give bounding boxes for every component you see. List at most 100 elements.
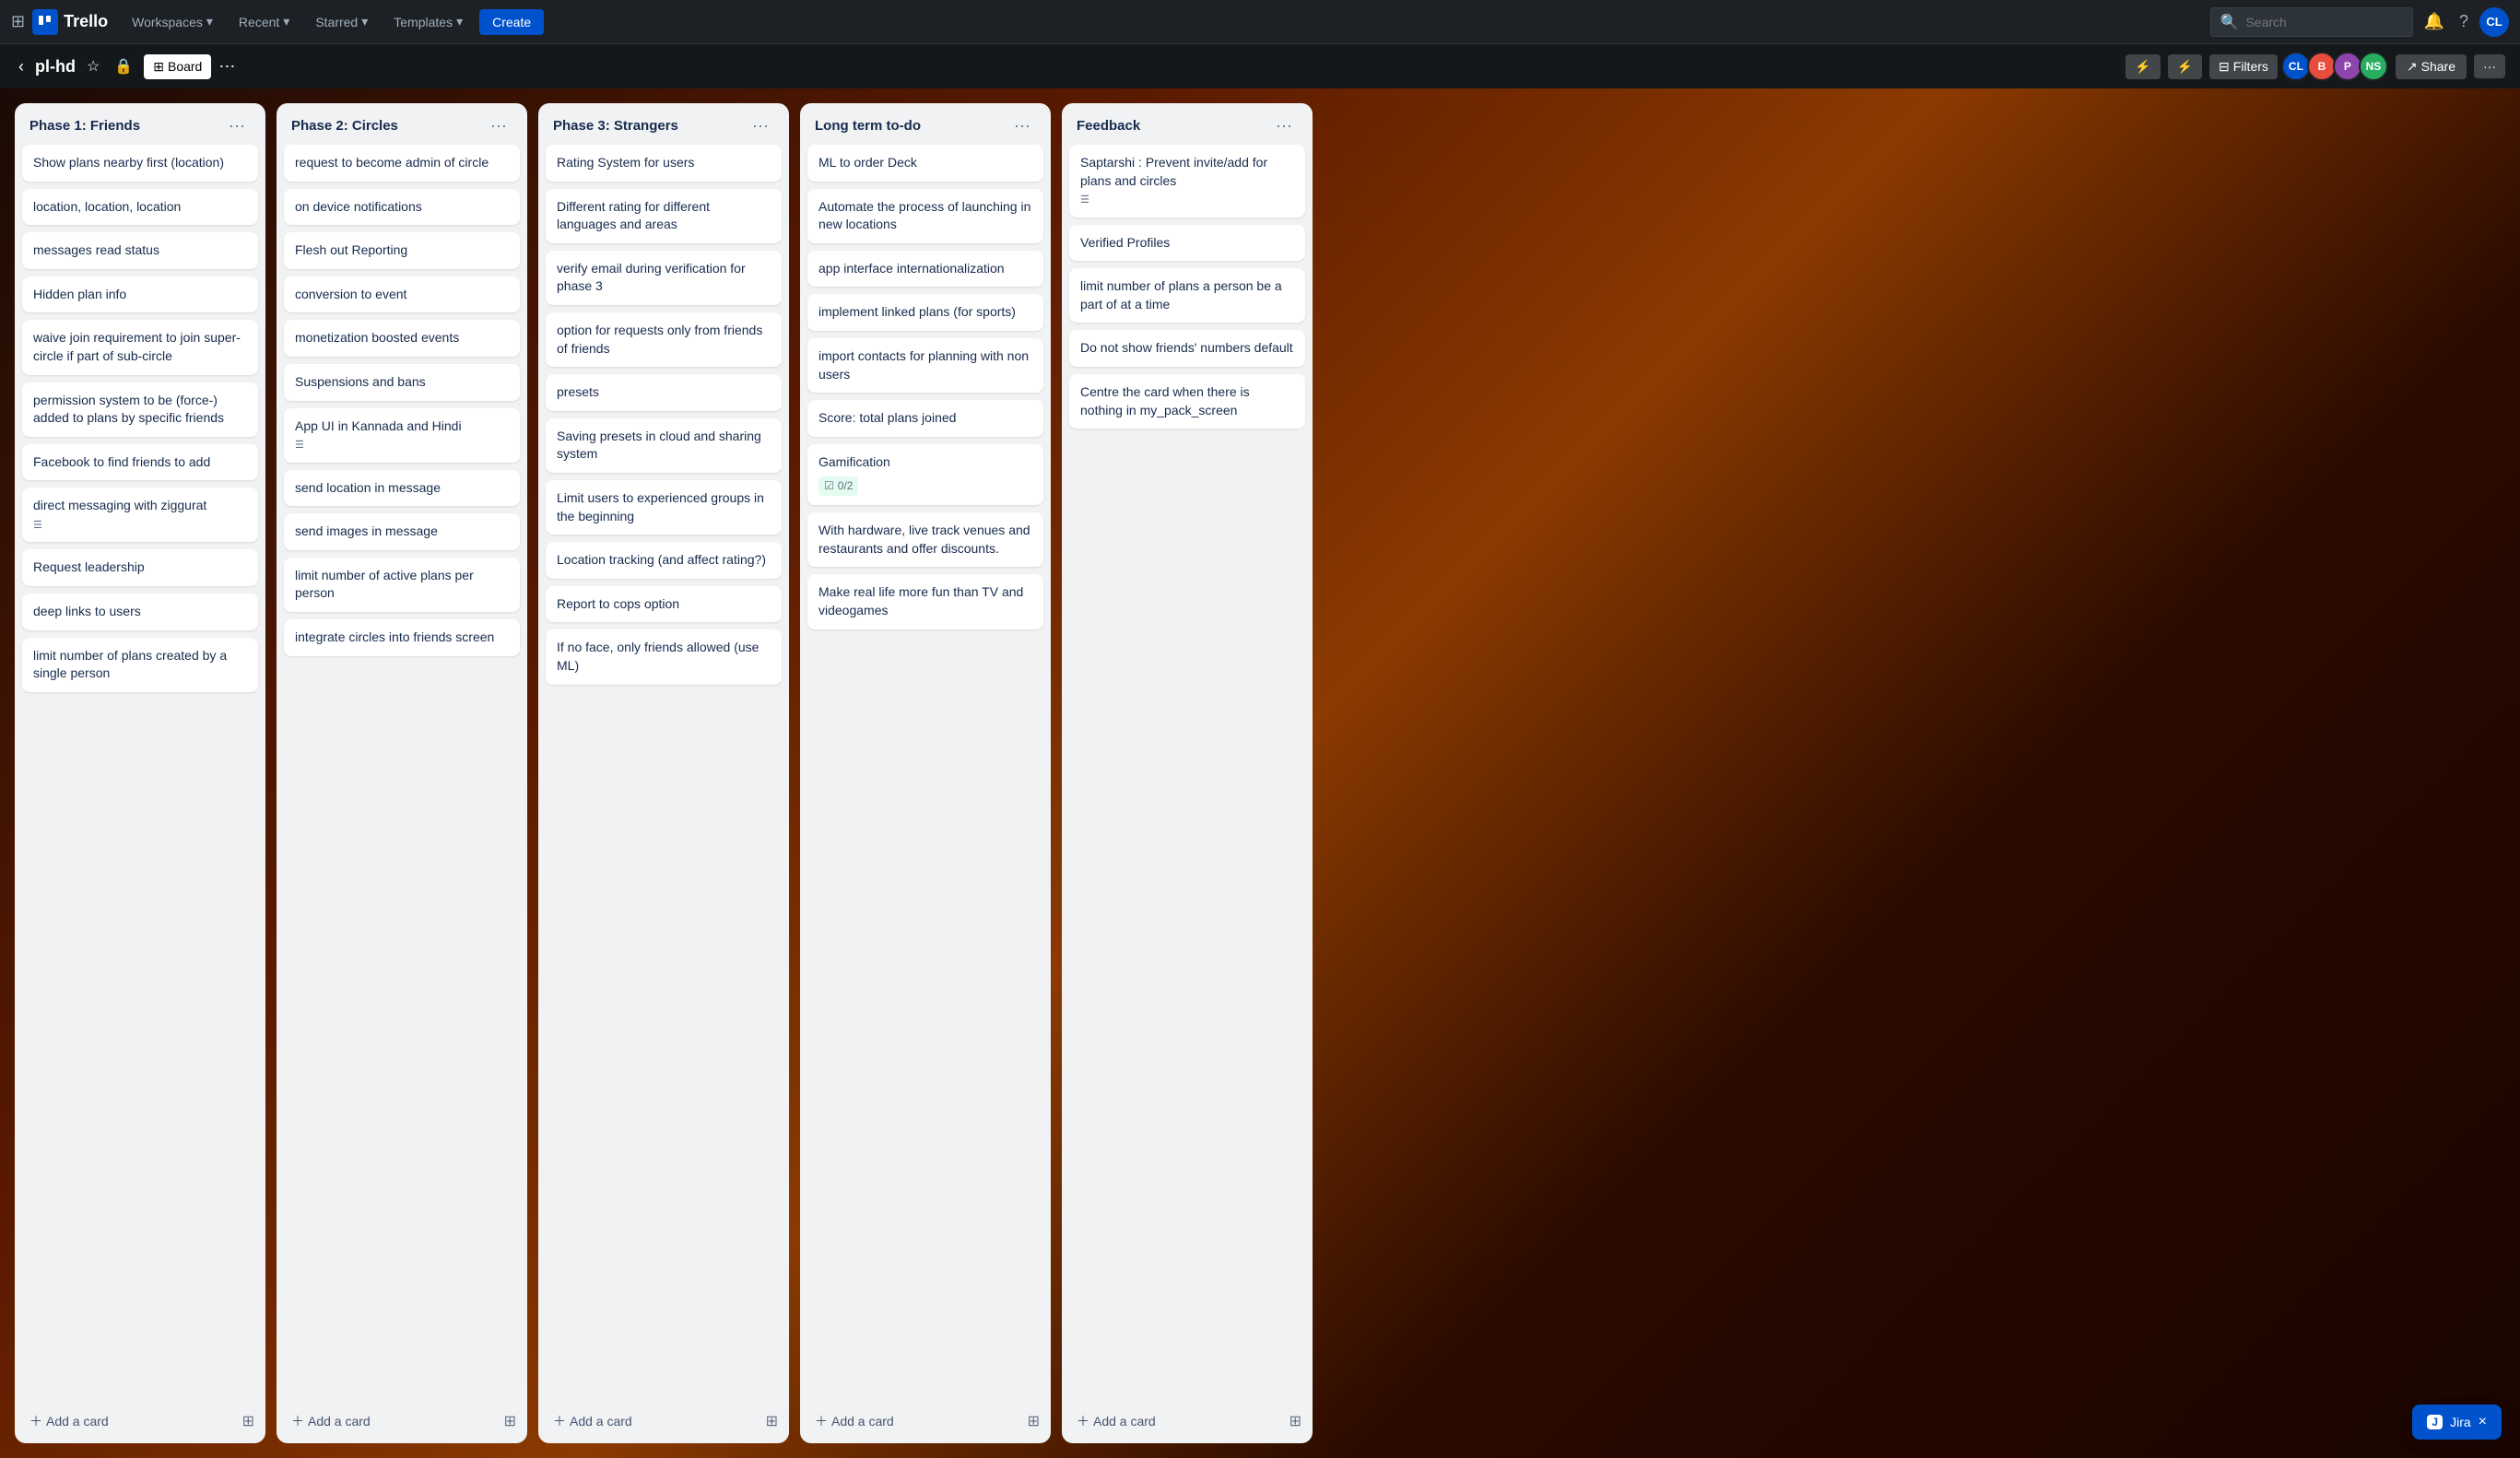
card[interactable]: Flesh out Reporting [284,232,520,269]
recent-button[interactable]: Recent ▾ [230,8,299,35]
card[interactable]: Show plans nearby first (location) [22,145,258,182]
add-card-button-phase2[interactable]: ＋Add a card [284,1406,378,1436]
card-desc-icon: ☰ [1080,194,1294,207]
more-options-button[interactable]: ··· [2474,54,2505,78]
card[interactable]: request to become admin of circle [284,145,520,182]
list-longterm: Long term to-do···ML to order DeckAutoma… [800,103,1051,1443]
add-card-button-feedback[interactable]: ＋Add a card [1069,1406,1163,1436]
list-create-button-phase1[interactable]: ⊞ [239,1408,258,1434]
share-button[interactable]: ↗ Share [2396,54,2467,79]
card[interactable]: App UI in Kannada and Hindi☰ [284,408,520,463]
card[interactable]: limit number of plans a person be a part… [1069,268,1305,323]
list-menu-button-phase1[interactable]: ··· [223,114,251,137]
card[interactable]: implement linked plans (for sports) [807,294,1043,331]
card[interactable]: verify email during verification for pha… [546,251,782,305]
list-create-button-feedback[interactable]: ⊞ [1286,1408,1305,1434]
card[interactable]: Hidden plan info [22,276,258,313]
help-button[interactable]: ? [2455,8,2472,35]
grid-icon[interactable]: ⊞ [11,12,25,31]
card[interactable]: integrate circles into friends screen [284,619,520,656]
card[interactable]: option for requests only from friends of… [546,312,782,367]
card[interactable]: Location tracking (and affect rating?) [546,542,782,579]
add-card-button-longterm[interactable]: ＋Add a card [807,1406,901,1436]
card[interactable]: permission system to be (force-) added t… [22,382,258,437]
customize-button[interactable]: ⋯ [218,57,235,76]
board-view-button[interactable]: ⊞ Board [144,54,211,79]
card[interactable]: Score: total plans joined [807,400,1043,437]
jira-badge[interactable]: J Jira × [2412,1405,2502,1440]
member-avatars: CL B P NS [2285,52,2388,81]
card[interactable]: direct messaging with ziggurat ☰ [22,488,258,542]
search-box[interactable]: 🔍 [2210,7,2413,37]
templates-button[interactable]: Templates ▾ [384,8,472,35]
card[interactable]: ML to order Deck [807,145,1043,182]
card[interactable]: Rating System for users [546,145,782,182]
card[interactable]: Automate the process of launching in new… [807,189,1043,243]
card-text: Facebook to find friends to add [33,454,210,469]
card-text: conversion to event [295,287,406,301]
card-text: Gamification [818,454,890,469]
card-desc-icon: ☰ [33,519,247,533]
card[interactable]: app interface internationalization [807,251,1043,288]
card-text: deep links to users [33,604,141,618]
list-menu-button-feedback[interactable]: ··· [1270,114,1298,137]
workspaces-button[interactable]: Workspaces ▾ [123,8,222,35]
user-avatar[interactable]: CL [2479,7,2509,37]
list-create-button-phase2[interactable]: ⊞ [500,1408,520,1434]
card[interactable]: Different rating for different languages… [546,189,782,243]
card[interactable]: waive join requirement to join super-cir… [22,320,258,374]
card[interactable]: location, location, location [22,189,258,226]
list-menu-button-phase2[interactable]: ··· [485,114,512,137]
trello-logo[interactable]: Trello [32,9,108,35]
search-input[interactable] [2245,15,2393,29]
card[interactable]: monetization boosted events [284,320,520,357]
card[interactable]: messages read status [22,232,258,269]
automation-button[interactable]: ⚡ [2168,54,2202,79]
jira-close-button[interactable]: × [2479,1414,2487,1430]
card[interactable]: limit number of active plans per person [284,558,520,612]
card[interactable]: conversion to event [284,276,520,313]
card-text: direct messaging with ziggurat [33,498,206,512]
add-card-button-phase1[interactable]: ＋Add a card [22,1406,116,1436]
card[interactable]: Report to cops option [546,586,782,623]
card[interactable]: Request leadership [22,549,258,586]
card[interactable]: Saving presets in cloud and sharing syst… [546,418,782,473]
card[interactable]: on device notifications [284,189,520,226]
star-button[interactable]: ☆ [83,53,103,79]
list-menu-button-phase3[interactable]: ··· [747,114,774,137]
card[interactable]: send images in message [284,513,520,550]
power-ups-button[interactable]: ⚡ [2126,54,2160,79]
card[interactable]: presets [546,374,782,411]
starred-button[interactable]: Starred ▾ [306,8,377,35]
card[interactable]: Verified Profiles [1069,225,1305,262]
card[interactable]: Gamification☑0/2 [807,444,1043,505]
card-text: location, location, location [33,199,181,214]
card[interactable]: Suspensions and bans [284,364,520,401]
filters-button[interactable]: ⊟ Filters [2209,54,2278,79]
card[interactable]: Facebook to find friends to add [22,444,258,481]
card[interactable]: Make real life more fun than TV and vide… [807,574,1043,629]
list-create-button-phase3[interactable]: ⊞ [762,1408,782,1434]
card-text: Score: total plans joined [818,410,956,425]
card[interactable]: send location in message [284,470,520,507]
lock-button[interactable]: 🔒 [111,53,136,79]
card[interactable]: Limit users to experienced groups in the… [546,480,782,535]
card[interactable]: If no face, only friends allowed (use ML… [546,629,782,684]
card[interactable]: Centre the card when there is nothing in… [1069,374,1305,429]
card[interactable]: Saptarshi : Prevent invite/add for plans… [1069,145,1305,218]
notifications-button[interactable]: 🔔 [2420,8,2448,35]
create-button[interactable]: Create [479,9,544,35]
card[interactable]: With hardware, live track venues and res… [807,512,1043,567]
card-text: integrate circles into friends screen [295,629,494,644]
back-button[interactable]: ‹ [15,53,28,80]
list-create-button-longterm[interactable]: ⊞ [1024,1408,1043,1434]
list-menu-button-longterm[interactable]: ··· [1008,114,1036,137]
card-text: Request leadership [33,559,145,574]
member-avatar-ns[interactable]: NS [2359,52,2388,81]
card[interactable]: limit number of plans created by a singl… [22,638,258,692]
add-card-button-phase3[interactable]: ＋Add a card [546,1406,640,1436]
card[interactable]: deep links to users [22,594,258,630]
card[interactable]: Do not show friends' numbers default [1069,330,1305,367]
card[interactable]: import contacts for planning with non us… [807,338,1043,393]
list-title-phase2: Phase 2: Circles [291,118,485,134]
